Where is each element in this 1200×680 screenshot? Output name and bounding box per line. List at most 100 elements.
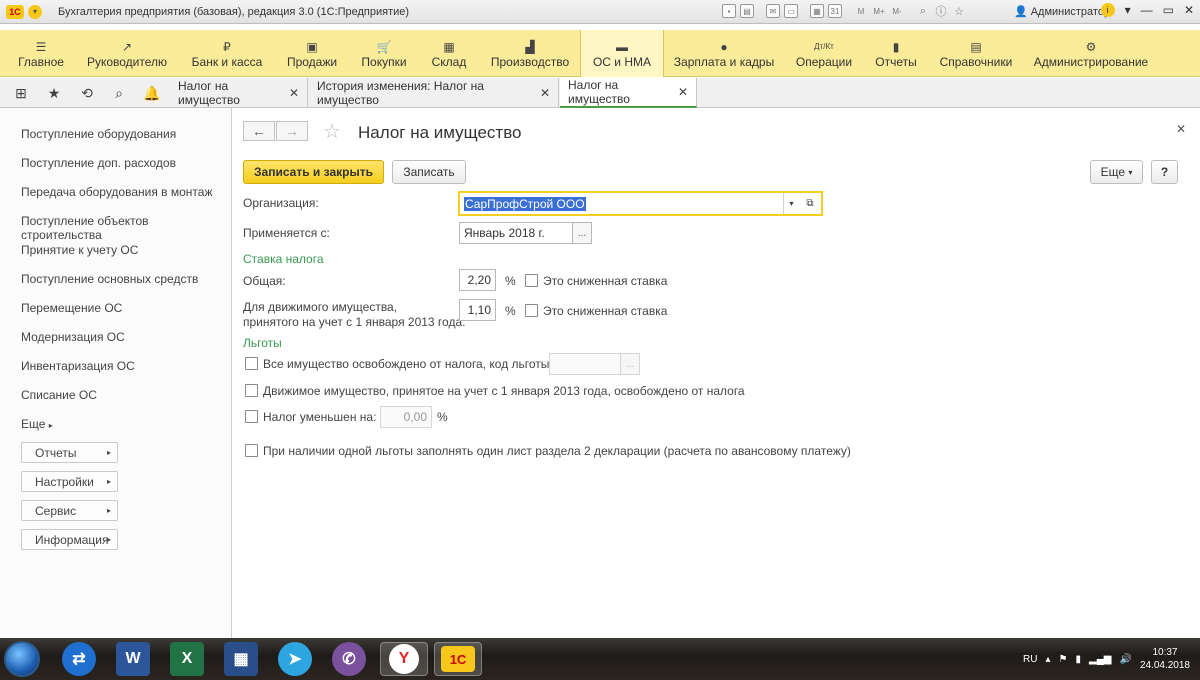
viber-icon[interactable]: ✆ [332,642,366,676]
save-and-close-button[interactable]: Записать и закрыть [243,160,384,184]
section-purchases[interactable]: 🛒 Покупки [355,30,413,77]
open-link-icon[interactable]: ⧉ [801,193,819,214]
close-tab-icon[interactable]: ✕ [289,86,299,100]
section-operations[interactable]: Дт/Кт Операции [790,30,858,77]
section-salary[interactable]: ● Зарплата и кадры [670,30,778,77]
section-directories[interactable]: ▤ Справочники [934,30,1018,77]
close-tab-icon[interactable]: ✕ [678,85,688,99]
yandex-browser-icon[interactable]: Y [380,642,428,676]
general-rate-field[interactable]: 2,20 [459,269,496,291]
section-main[interactable]: ☰ Главное [8,30,74,77]
user-menu[interactable]: 👤 Администратор [1014,5,1110,19]
organization-value: СарПрофСтрой ООО [464,196,586,211]
start-button[interactable] [4,641,40,677]
minimize-icon[interactable]: — [1141,3,1153,17]
organization-field[interactable]: СарПрофСтрой ООО ▾ ⧉ [458,191,823,216]
search-icon[interactable]: ⌕ [916,4,930,18]
one-sheet-checkbox[interactable] [245,444,258,457]
section-admin[interactable]: ⚙ Администрирование [1030,30,1152,77]
search-icon[interactable]: ⌕ [110,84,128,102]
application-icon[interactable]: ▦ [224,642,258,676]
select-period-button[interactable]: ... [572,222,592,244]
forward-button[interactable]: → [276,121,308,141]
close-form-icon[interactable]: ✕ [1176,122,1186,136]
info-icon[interactable]: ⓘ [934,4,948,18]
percent-sign: % [505,304,516,318]
m-icon[interactable]: M [854,4,868,18]
tray-arrow-icon[interactable]: ▴ [1046,654,1051,665]
save-button[interactable]: Записать [392,160,466,184]
main-menu-icon[interactable]: ▾ [28,4,42,19]
section-reports[interactable]: ▮ Отчеты [870,30,922,77]
flag-icon[interactable]: ⚑ [1059,654,1068,665]
section-manager[interactable]: ↗ Руководителю [80,30,174,77]
m-minus-icon[interactable]: M- [890,4,904,18]
section-production[interactable]: ▟ Производство [484,30,576,77]
section-bank[interactable]: ₽ Банк и касса [184,30,270,77]
chevron-right-icon: ▸ [106,448,111,457]
clock-time: 10:37 [1152,647,1178,658]
excel-icon[interactable]: X [170,642,204,676]
sidebar-item[interactable]: Списание ОС [21,388,97,402]
movable-label-line1: Для движимого имущества, [243,300,398,314]
sidebar-button-info[interactable]: Информация ▸ [21,529,118,550]
1c-app-icon[interactable]: 1С [434,642,482,676]
more-button[interactable]: Еще ▾ [1090,160,1143,184]
section-sales[interactable]: ▣ Продажи [281,30,343,77]
sidebar-item[interactable]: Поступление основных средств [21,272,198,286]
teamviewer-icon[interactable]: ⇄ [62,642,96,676]
dropdown-arrow-icon[interactable]: ▾ [783,193,799,214]
signal-icon[interactable]: ▂▄▆ [1089,654,1111,665]
applies-from-field[interactable]: Январь 2018 г. [459,222,573,244]
star-icon[interactable]: ☆ [952,4,966,18]
print-icon[interactable]: ▤ [740,4,754,18]
notifications-bell-icon[interactable]: 🔔 [143,84,161,102]
apps-grid-icon[interactable]: ⊞ [12,84,30,102]
sidebar-button-reports[interactable]: Отчеты ▸ [21,442,118,463]
history-icon[interactable]: ⟲ [78,84,96,102]
section-warehouse[interactable]: ▦ Склад [424,30,474,77]
close-window-icon[interactable]: ✕ [1184,3,1194,17]
back-button[interactable]: ← [243,121,275,141]
clock[interactable]: 10:37 24.04.2018 [1140,646,1190,672]
favorites-star-icon[interactable]: ★ [45,84,63,102]
section-fixed-assets[interactable]: ▬ ОС и НМА [580,30,664,77]
sidebar-item[interactable]: Модернизация ОС [21,330,125,344]
sidebar-item[interactable]: Передача оборудования в монтаж [21,185,213,199]
network-icon[interactable]: ▮ [1076,654,1082,665]
sidebar-item[interactable]: Инвентаризация ОС [21,359,135,373]
movable-rate-field[interactable]: 1,10 [459,299,496,321]
sidebar-button-settings[interactable]: Настройки ▸ [21,471,118,492]
sidebar-item[interactable]: Поступление оборудования [21,127,176,141]
tab-change-history[interactable]: История изменения: Налог на имущество ✕ [309,78,559,108]
info-circle-icon[interactable]: i [1100,3,1115,17]
save-icon[interactable]: ▪ [722,4,736,18]
sidebar-item[interactable]: Перемещение ОС [21,301,122,315]
sidebar-item[interactable]: Поступление объектов строительства [21,214,231,242]
favorite-star-icon[interactable]: ☆ [323,119,341,144]
sidebar-item[interactable]: Поступление доп. расходов [21,156,176,170]
calculator-icon[interactable]: ▦ [810,4,824,18]
benefit-reduced-checkbox[interactable] [245,410,258,423]
language-indicator[interactable]: RU [1023,654,1037,665]
volume-icon[interactable]: 🔊 [1119,654,1131,665]
m-plus-icon[interactable]: M+ [872,4,886,18]
reduced-rate-checkbox[interactable] [525,274,538,287]
word-icon[interactable]: W [116,642,150,676]
help-button[interactable]: ? [1151,160,1178,184]
menu-dropdown-icon[interactable]: ▾ [1125,3,1131,17]
sidebar-button-service[interactable]: Сервис ▸ [21,500,118,521]
document-icon[interactable]: ▭ [784,4,798,18]
benefit-all-checkbox[interactable] [245,357,258,370]
telegram-icon[interactable]: ➤ [278,642,312,676]
calendar-icon[interactable]: 31 [828,4,842,18]
tab-property-tax-2[interactable]: Налог на имущество ✕ [560,78,697,108]
benefit-movable-checkbox[interactable] [245,384,258,397]
sidebar-item[interactable]: Принятие к учету ОС [21,243,138,257]
movable-reduced-rate-checkbox[interactable] [525,304,538,317]
tab-property-tax-1[interactable]: Налог на имущество ✕ [170,78,308,108]
maximize-icon[interactable]: ▭ [1163,3,1174,17]
mail-icon[interactable]: ✉ [766,4,780,18]
close-tab-icon[interactable]: ✕ [540,86,550,100]
sidebar-more[interactable]: Еще ▸ [21,417,53,431]
